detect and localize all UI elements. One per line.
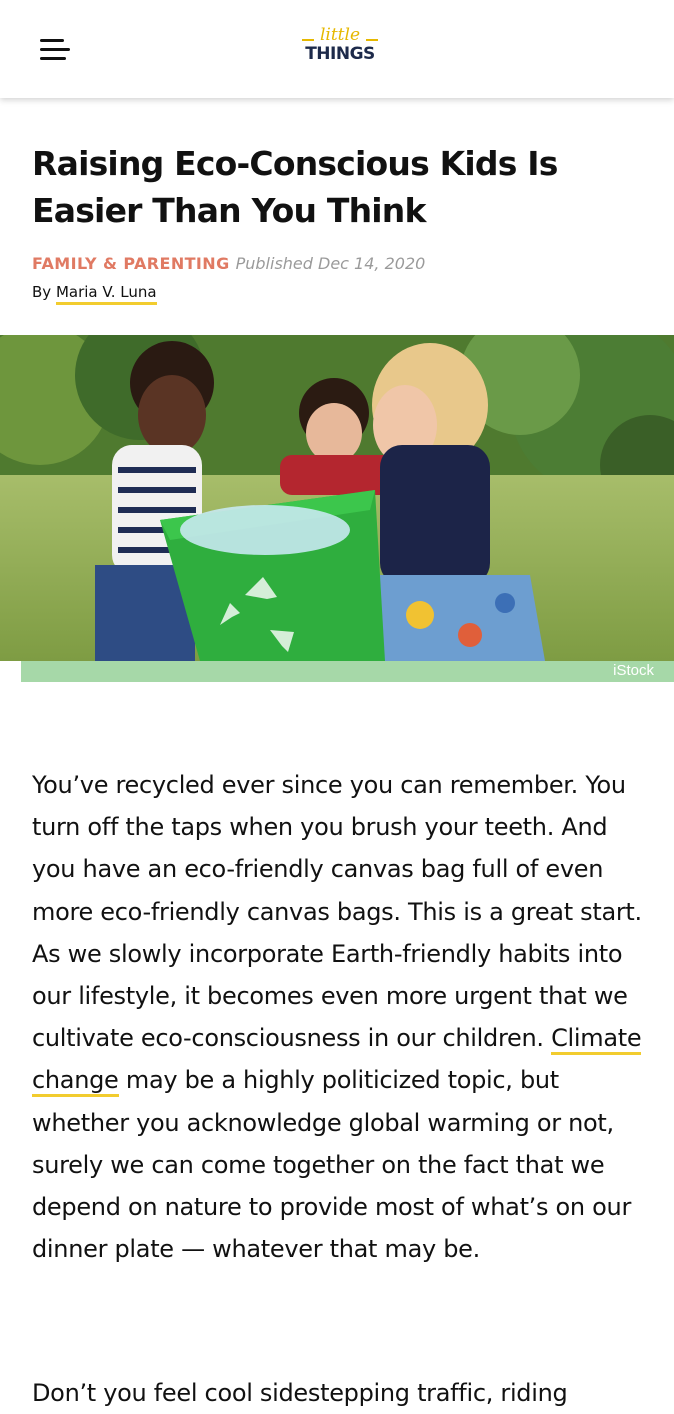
author-link[interactable]: Maria V. Luna [55,283,157,305]
hamburger-menu-icon[interactable] [40,38,70,64]
article-title: Raising Eco-Conscious Kids Is Easier Tha… [32,144,558,230]
byline-prefix: By [32,283,52,301]
category-link[interactable]: FAMILY & PARENTING [32,254,230,273]
paragraph-text: Don’t you feel cool sidestepping traffic… [32,1379,568,1407]
image-credit-bar: iStock [21,661,674,682]
logo-bottom-text: THINGS [305,44,375,64]
article-meta: FAMILY & PARENTING Published Dec 14, 2020 [32,254,425,273]
paragraph-text: You’ve recycled ever since you can remem… [32,771,642,1053]
image-credit: iStock [613,662,654,679]
hero-image [0,335,674,661]
site-logo[interactable]: little THINGS [300,26,380,72]
logo-top-text: little [300,26,380,44]
site-header: little THINGS [0,0,674,98]
article-paragraph: You’ve recycled ever since you can remem… [32,764,644,1270]
article-paragraph: Don’t you feel cool sidestepping traffic… [32,1372,644,1414]
paragraph-text: may be a highly politicized topic, but w… [32,1066,632,1264]
byline: By Maria V. Luna [32,283,157,305]
published-date: Published Dec 14, 2020 [235,254,426,273]
